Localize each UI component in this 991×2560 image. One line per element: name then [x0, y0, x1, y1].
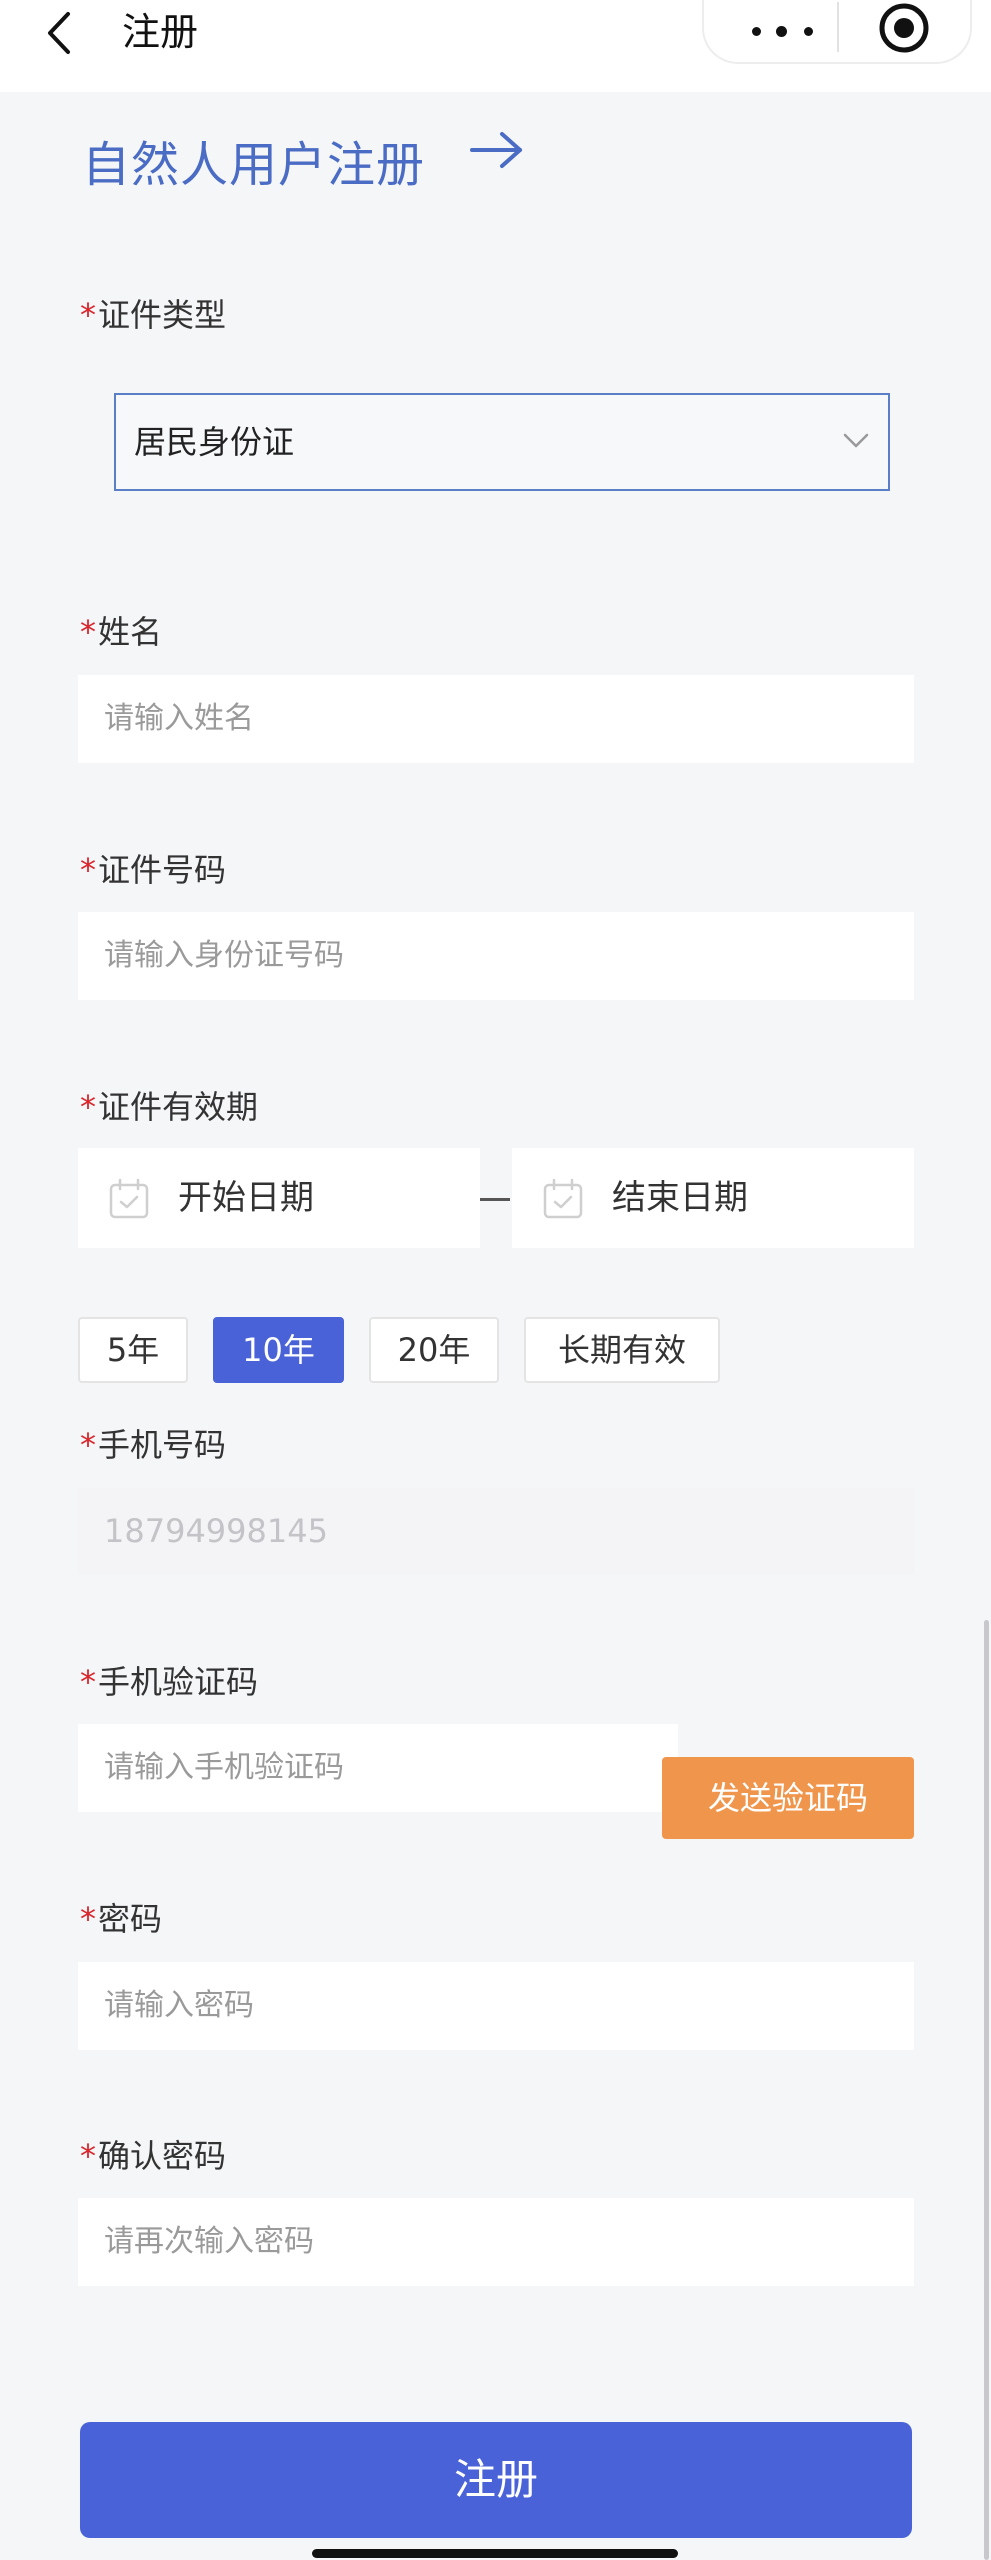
confirm-password-label-text: 确认密码 — [98, 2137, 227, 2175]
validity-label: *证件有效期 — [80, 1082, 258, 1128]
close-mini-program-button[interactable] — [876, 0, 932, 56]
duration-20-years-button[interactable]: 20年 — [369, 1317, 499, 1383]
duration-5-years-button[interactable]: 5年 — [78, 1317, 188, 1383]
calendar-icon — [543, 1178, 583, 1219]
sms-code-placeholder: 请输入手机验证码 — [104, 1750, 344, 1785]
end-date-placeholder: 结束日期 — [612, 1178, 748, 1218]
start-date-picker[interactable]: 开始日期 — [78, 1148, 480, 1248]
required-mark: * — [80, 1426, 96, 1464]
start-date-placeholder: 开始日期 — [178, 1178, 314, 1218]
back-button[interactable] — [38, 4, 88, 62]
phone-label-text: 手机号码 — [98, 1426, 227, 1464]
name-label: *姓名 — [80, 607, 162, 653]
sms-code-label-text: 手机验证码 — [98, 1663, 259, 1701]
required-mark: * — [80, 1900, 96, 1938]
confirm-password-input[interactable]: 请再次输入密码 — [78, 2198, 914, 2286]
duration-long-term-button[interactable]: 长期有效 — [524, 1317, 720, 1383]
id-type-label: *证件类型 — [80, 290, 226, 336]
right-arrow-icon — [470, 132, 522, 168]
name-input[interactable]: 请输入姓名 — [78, 675, 914, 763]
required-mark: * — [80, 851, 96, 889]
register-submit-button[interactable]: 注册 — [80, 2422, 912, 2538]
name-placeholder: 请输入姓名 — [104, 701, 254, 736]
required-mark: * — [80, 613, 96, 651]
password-placeholder: 请输入密码 — [104, 1988, 254, 2023]
id-type-select[interactable]: 居民身份证 — [114, 393, 890, 491]
home-indicator — [312, 2549, 678, 2558]
phone-value: 18794998145 — [104, 1512, 328, 1550]
date-range-separator — [480, 1198, 510, 1201]
name-label-text: 姓名 — [98, 613, 163, 651]
required-mark: * — [80, 2137, 96, 2175]
required-mark: * — [80, 1088, 96, 1126]
id-number-label: *证件号码 — [80, 845, 226, 891]
top-nav-bar: 注册 — [0, 0, 991, 92]
back-arrow-icon — [48, 12, 70, 54]
more-button[interactable] — [734, 4, 834, 54]
sms-code-input[interactable]: 请输入手机验证码 — [78, 1724, 678, 1812]
id-number-label-text: 证件号码 — [98, 851, 227, 889]
phone-input: 18794998145 — [78, 1488, 914, 1574]
duration-10-years-button[interactable]: 10年 — [213, 1317, 344, 1383]
password-input[interactable]: 请输入密码 — [78, 1962, 914, 2050]
scrollbar[interactable] — [984, 1620, 989, 2560]
id-type-label-text: 证件类型 — [98, 296, 227, 334]
validity-label-text: 证件有效期 — [98, 1088, 259, 1126]
sms-code-label: *手机验证码 — [80, 1657, 258, 1703]
phone-label: *手机号码 — [80, 1420, 226, 1466]
calendar-icon — [109, 1178, 149, 1219]
end-date-picker[interactable]: 结束日期 — [512, 1148, 914, 1248]
required-mark: * — [80, 296, 96, 334]
password-label: *密码 — [80, 1894, 162, 1940]
capsule-divider — [837, 2, 839, 52]
password-label-text: 密码 — [98, 1900, 163, 1938]
chevron-down-icon — [843, 433, 869, 448]
send-sms-code-button[interactable]: 发送验证码 — [662, 1757, 914, 1839]
required-mark: * — [80, 1663, 96, 1701]
register-switch-button[interactable] — [468, 128, 526, 172]
confirm-password-placeholder: 请再次输入密码 — [104, 2224, 314, 2259]
target-icon — [879, 3, 929, 53]
page-title: 注册 — [122, 10, 199, 54]
register-title: 自然人用户注册 — [82, 137, 426, 193]
mini-program-capsule — [702, 0, 972, 64]
id-number-placeholder: 请输入身份证号码 — [104, 938, 344, 973]
id-number-input[interactable]: 请输入身份证号码 — [78, 912, 914, 1000]
confirm-password-label: *确认密码 — [80, 2131, 226, 2177]
id-type-value: 居民身份证 — [134, 423, 295, 461]
